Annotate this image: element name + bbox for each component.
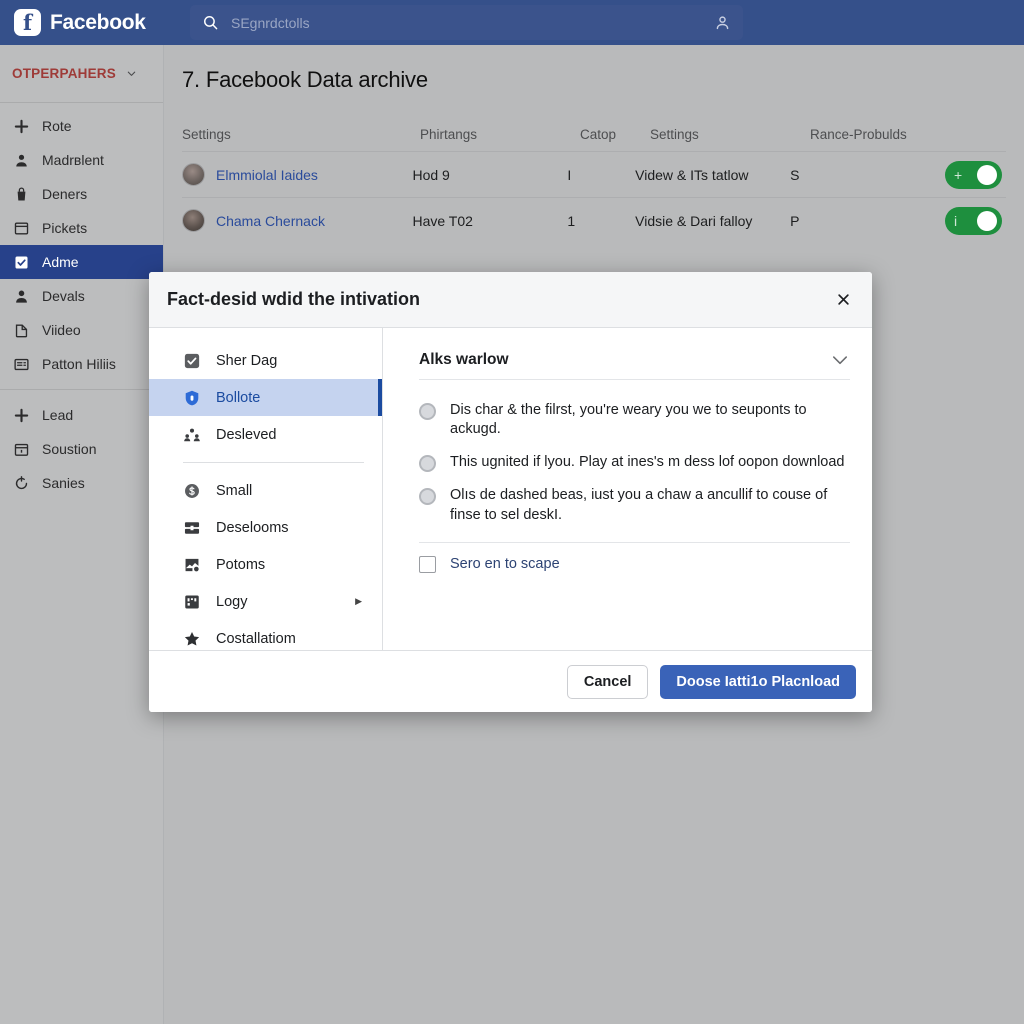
download-button[interactable]: Doose Iatti1o Placnload xyxy=(660,664,856,699)
radio-option[interactable]: Dis char & the filrst, you're weary you … xyxy=(419,394,850,446)
menu-item-costallatiom[interactable]: Costallatiom xyxy=(149,620,382,657)
grid-icon xyxy=(185,595,199,608)
dialog-title: Fact-desid wdid the intivation xyxy=(167,289,421,309)
app-root: f Facebook SEgnrdctolls OTPERPAHERS Rote… xyxy=(0,0,1024,1024)
image-broken-icon xyxy=(185,558,199,571)
radio-option-label: Olıs de dashed beas, iust you a chaw a a… xyxy=(450,487,828,523)
dollar-circle-icon xyxy=(185,483,199,498)
radio-button[interactable] xyxy=(419,403,436,420)
menu-item-label: Bollote xyxy=(216,389,261,406)
shield-lock-icon xyxy=(185,390,199,405)
card-split-icon xyxy=(184,521,200,534)
menu-item-label: Costallatiom xyxy=(216,630,296,647)
settings-dialog: Fact-desid wdid the intivation Sher Dag xyxy=(149,272,872,712)
radio-option-list: Dis char & the filrst, you're weary you … xyxy=(419,380,850,532)
menu-item-label: Potoms xyxy=(216,556,266,573)
dialog-footer: Cancel Doose Iatti1o Placnload xyxy=(149,650,872,712)
menu-divider xyxy=(183,462,364,463)
menu-item-label: Sher Dag xyxy=(216,352,278,369)
chevron-right-icon: ▶ xyxy=(355,596,362,606)
checkbox-checked-icon xyxy=(184,353,200,368)
menu-item-label: Logy xyxy=(216,593,248,610)
scope-checkbox-label: Sero en to scape xyxy=(450,556,560,573)
menu-item-label: Deselooms xyxy=(216,519,289,536)
modal-overlay: Fact-desid wdid the intivation Sher Dag xyxy=(0,0,1024,1024)
menu-item-label: Desleved xyxy=(216,426,277,443)
radio-option-label: Dis char & the filrst, you're weary you … xyxy=(450,402,807,438)
menu-item-potoms[interactable]: Potoms xyxy=(149,546,382,583)
menu-item-small[interactable]: Small xyxy=(149,472,382,509)
radio-button[interactable] xyxy=(419,488,436,506)
menu-item-deselooms[interactable]: Deselooms xyxy=(149,509,382,546)
menu-item-logy[interactable]: Logy ▶ xyxy=(149,583,382,620)
menu-item-desleved[interactable]: Desleved xyxy=(149,416,382,453)
dialog-side-menu: Sher Dag Bollote Desleved Small Deseloom… xyxy=(149,328,383,650)
menu-item-bollote[interactable]: Bollote xyxy=(149,379,382,416)
content-section-header[interactable]: Alks warlow xyxy=(419,350,850,380)
chevron-down-icon[interactable] xyxy=(830,350,850,370)
scope-checkbox-row[interactable]: Sero en to scape xyxy=(419,543,850,573)
radio-option-label: This ugnited if lyou. Play at ines's m d… xyxy=(450,454,845,471)
dialog-header: Fact-desid wdid the intivation xyxy=(149,272,872,328)
group-icon xyxy=(184,428,200,441)
close-glyph xyxy=(837,294,849,305)
content-section-title: Alks warlow xyxy=(419,351,509,368)
menu-item-label: Small xyxy=(216,482,253,499)
star-icon xyxy=(184,631,200,646)
menu-item-sher-dag[interactable]: Sher Dag xyxy=(149,342,382,379)
radio-option[interactable]: Olıs de dashed beas, iust you a chaw a a… xyxy=(419,479,850,531)
scope-checkbox[interactable] xyxy=(419,555,436,573)
close-icon[interactable] xyxy=(830,287,856,313)
radio-button[interactable] xyxy=(419,455,436,473)
dialog-body: Sher Dag Bollote Desleved Small Deseloom… xyxy=(149,328,872,650)
cancel-button[interactable]: Cancel xyxy=(566,664,649,699)
radio-option[interactable]: This ugnited if lyou. Play at ines's m d… xyxy=(419,446,850,479)
dialog-content-panel: Alks warlow Dis char & the filrst, you'r… xyxy=(383,328,872,650)
